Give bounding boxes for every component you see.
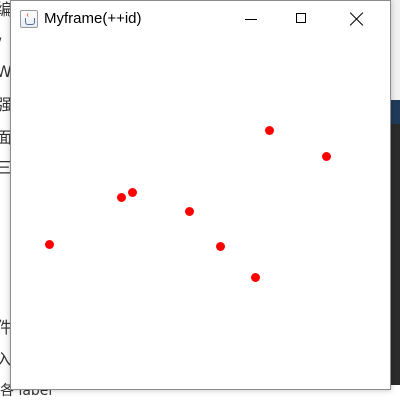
minimize-icon xyxy=(245,19,257,20)
red-dot xyxy=(117,193,126,202)
red-dot xyxy=(185,207,194,216)
window-title: Myframe(++id) xyxy=(44,10,142,27)
close-button[interactable] xyxy=(333,1,379,37)
red-dot xyxy=(45,240,54,249)
app-window: Myframe(++id) xyxy=(10,0,391,390)
minimize-button[interactable] xyxy=(230,1,276,37)
drawing-canvas[interactable] xyxy=(11,37,390,389)
maximize-icon xyxy=(296,13,306,23)
maximize-button[interactable] xyxy=(276,1,322,37)
red-dot xyxy=(265,126,274,135)
java-app-icon[interactable] xyxy=(20,10,38,28)
background-editor-left xyxy=(0,0,10,400)
window-titlebar[interactable]: Myframe(++id) xyxy=(11,1,390,37)
red-dot xyxy=(128,188,137,197)
red-dot xyxy=(322,152,331,161)
red-dot xyxy=(216,242,225,251)
close-icon xyxy=(349,11,365,27)
red-dot xyxy=(251,273,260,282)
